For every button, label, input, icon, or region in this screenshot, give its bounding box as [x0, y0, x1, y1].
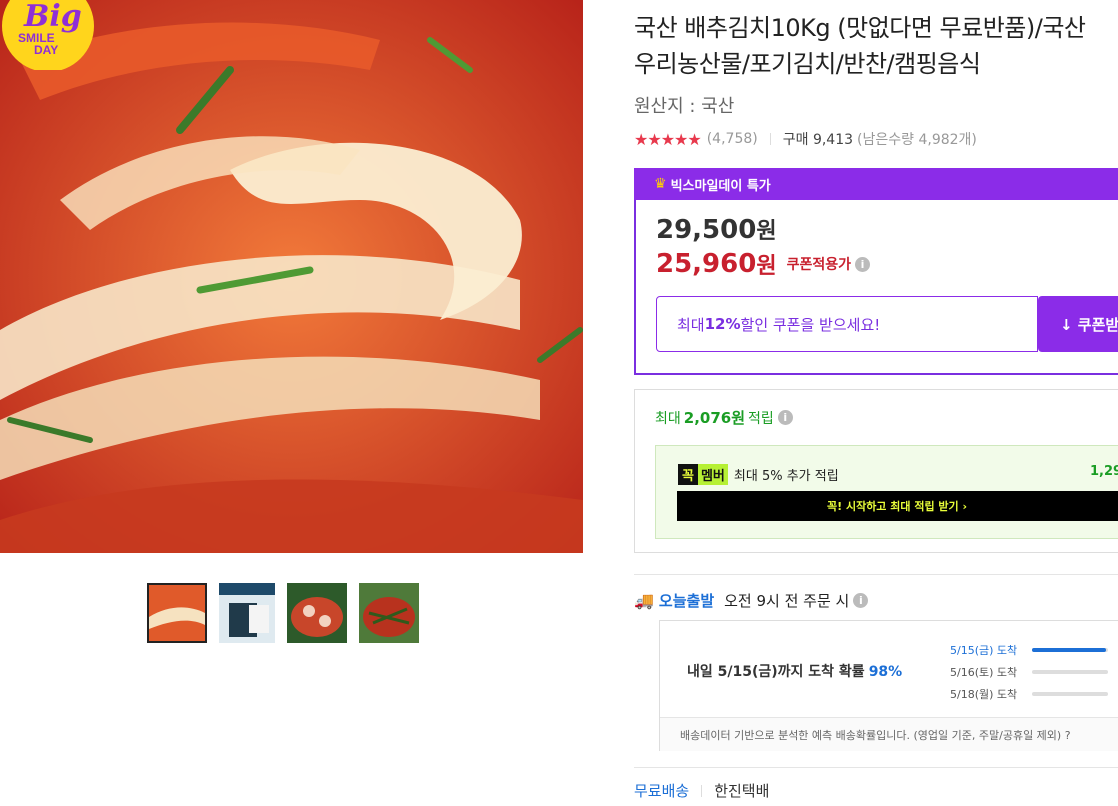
- arrival-date-list: 5/15(금) 도착 5/16(토) 도착 5/18(월) 도착: [950, 639, 1108, 705]
- arrival-date-row: 5/16(토) 도착: [950, 661, 1108, 683]
- svg-text:DAY: DAY: [34, 43, 58, 57]
- points-suffix: 적립: [748, 410, 774, 427]
- membership-amount: 1,29: [1090, 464, 1118, 479]
- arrival-date-label: 5/15(금) 도착: [950, 644, 1018, 657]
- coupon-message: 최대 12% 할인 쿠폰을 받으세요!: [656, 296, 1038, 352]
- promo-header: ♛ 빅스마일데이 특가: [634, 168, 1118, 200]
- sale-price-value: 25,960: [656, 249, 757, 279]
- promo-header-label: 빅스마일데이 특가: [670, 178, 771, 194]
- courier-name: 한진택배: [714, 782, 770, 800]
- membership-row: 꼭 멤버 최대 5% 추가 적립: [678, 464, 839, 485]
- promo-price-box: ♛ 빅스마일데이 특가 29,500원 25,960 원 쿠폰적용가 i 최대 1…: [634, 168, 1118, 375]
- arrival-date-label: 5/18(월) 도착: [950, 688, 1018, 701]
- product-title: 국산 배추김치10Kg (맛없다면 무료반품)/국산 우리농산물/포기김치/반찬…: [634, 14, 1086, 78]
- arrival-probability: 내일 5/15(금)까지 도착 확률 98%: [687, 661, 902, 681]
- crown-icon: ♛: [654, 176, 667, 192]
- membership-benefit: 최대 5% 추가 적립: [733, 469, 839, 484]
- probability-bar: [1032, 648, 1108, 652]
- points-prefix: 최대: [655, 410, 681, 427]
- free-shipping-label: 무료배송: [634, 782, 690, 800]
- purchase-count: 구매 9,413: [782, 132, 854, 148]
- divider: [701, 784, 703, 797]
- original-price-value: 29,500: [656, 215, 757, 245]
- currency-label: 원: [756, 219, 777, 244]
- svg-text:Big: Big: [23, 0, 82, 34]
- coupon-percent: 12%: [704, 315, 741, 333]
- probability-bar: [1032, 670, 1108, 674]
- coupon-download-button[interactable]: ↓ 쿠폰받: [1038, 296, 1118, 352]
- product-origin: 원산지 : 국산: [634, 96, 735, 117]
- divider: [769, 133, 771, 145]
- coupon-row: 최대 12% 할인 쿠폰을 받으세요! ↓ 쿠폰받: [656, 296, 1118, 352]
- shipping-row: 무료배송 한진택배: [634, 780, 769, 801]
- coupon-suffix: 할인 쿠폰을 받으세요!: [740, 315, 881, 334]
- points-box: 최대 2,076원 적립 i 꼭 멤버 최대 5% 추가 적립 1,29 꼭! 시…: [634, 389, 1118, 553]
- thumbnail-1[interactable]: [147, 583, 207, 643]
- today-delivery-row: 🚚 오늘출발 오전 9시 전 주문 시 i: [634, 590, 869, 611]
- truck-icon: 🚚: [634, 591, 654, 610]
- kkok-logo: 꼭: [678, 464, 698, 485]
- review-count-link[interactable]: (4,758): [707, 131, 758, 147]
- arrival-probability-value: 98%: [868, 664, 903, 680]
- coupon-prefix: 최대: [677, 315, 705, 334]
- today-delivery-label: 오늘출발: [658, 592, 715, 610]
- info-icon[interactable]: i: [855, 256, 870, 272]
- arrival-probability-text: 내일 5/15(금)까지 도착 확률: [687, 664, 865, 680]
- currency-label: 원: [756, 254, 777, 279]
- thumbnail-2[interactable]: [219, 583, 275, 643]
- divider: [634, 767, 1118, 768]
- original-price: 29,500원: [656, 213, 777, 245]
- coupon-price-note: 쿠폰적용가: [786, 257, 851, 273]
- order-cutoff: 오전 9시 전 주문 시: [724, 592, 850, 610]
- delivery-probability-box: 내일 5/15(금)까지 도착 확률 98% 5/15(금) 도착 5/16(토)…: [659, 620, 1118, 751]
- info-icon[interactable]: i: [853, 593, 869, 608]
- max-points: 최대 2,076원 적립 i: [655, 407, 793, 428]
- rating-stars-icon: ★★★★★: [634, 129, 702, 149]
- thumbnail-list: [147, 583, 419, 643]
- probability-bar-fill: [1032, 648, 1107, 652]
- probability-bar: [1032, 692, 1108, 696]
- delivery-footnote: 배송데이터 기반으로 분석한 예측 배송확률입니다. (영업일 기준, 주말/공…: [660, 717, 1118, 751]
- sale-price: 25,960 원 쿠폰적용가 i: [656, 248, 870, 280]
- big-smile-day-badge: Big SMILE DAY: [0, 0, 100, 70]
- arrival-date-label: 5/16(토) 도착: [950, 666, 1018, 679]
- info-icon[interactable]: i: [777, 410, 793, 425]
- arrival-date-row: 5/15(금) 도착: [950, 639, 1108, 661]
- divider: [634, 574, 1118, 575]
- member-logo: 멤버: [697, 464, 728, 485]
- product-main-image: Big SMILE DAY: [0, 0, 583, 553]
- points-amount: 2,076원: [683, 409, 746, 427]
- thumbnail-4[interactable]: [359, 583, 419, 643]
- arrival-date-row: 5/18(월) 도착: [950, 683, 1108, 705]
- membership-box: 꼭 멤버 최대 5% 추가 적립 1,29 꼭! 시작하고 최대 적립 받기 ›: [655, 445, 1118, 539]
- remaining-stock: (남은수량 4,982개): [857, 132, 977, 148]
- rating-row: ★★★★★ (4,758) 구매 9,413 (남은수량 4,982개): [634, 129, 977, 149]
- thumbnail-3[interactable]: [287, 583, 347, 643]
- membership-start-button[interactable]: 꼭! 시작하고 최대 적립 받기 ›: [677, 491, 1118, 521]
